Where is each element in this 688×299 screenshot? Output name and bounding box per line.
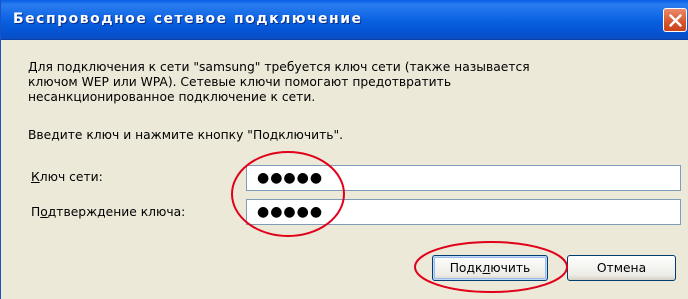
dialog-window: Беспроводное сетевое подключение Для под… [0, 0, 688, 299]
title-bar[interactable]: Беспроводное сетевое подключение [1, 0, 688, 40]
instruction-text: Введите ключ и нажмите кнопку "Подключит… [28, 128, 344, 142]
connect-button[interactable]: Подключить [432, 255, 548, 281]
description-line: несанкционированное подключение к сети. [28, 90, 316, 104]
close-button[interactable] [663, 8, 687, 32]
confirm-key-field[interactable] [246, 199, 681, 225]
description-line: Для подключения к сети "samsung" требует… [28, 60, 530, 74]
network-key-field[interactable] [246, 165, 681, 191]
window-title: Беспроводное сетевое подключение [13, 11, 363, 27]
description-line: ключом WEP или WPA). Сетевые ключи помог… [28, 75, 452, 89]
close-icon [669, 14, 682, 27]
network-key-label: Ключ сети: [31, 170, 103, 184]
description-text: Для подключения к сети "samsung" требует… [28, 60, 658, 105]
connect-button-label: Подключить [449, 261, 531, 275]
cancel-button[interactable]: Отмена [567, 255, 676, 281]
dialog-body: Для подключения к сети "samsung" требует… [1, 40, 688, 299]
confirm-key-label: Подтверждение ключа: [31, 205, 186, 219]
